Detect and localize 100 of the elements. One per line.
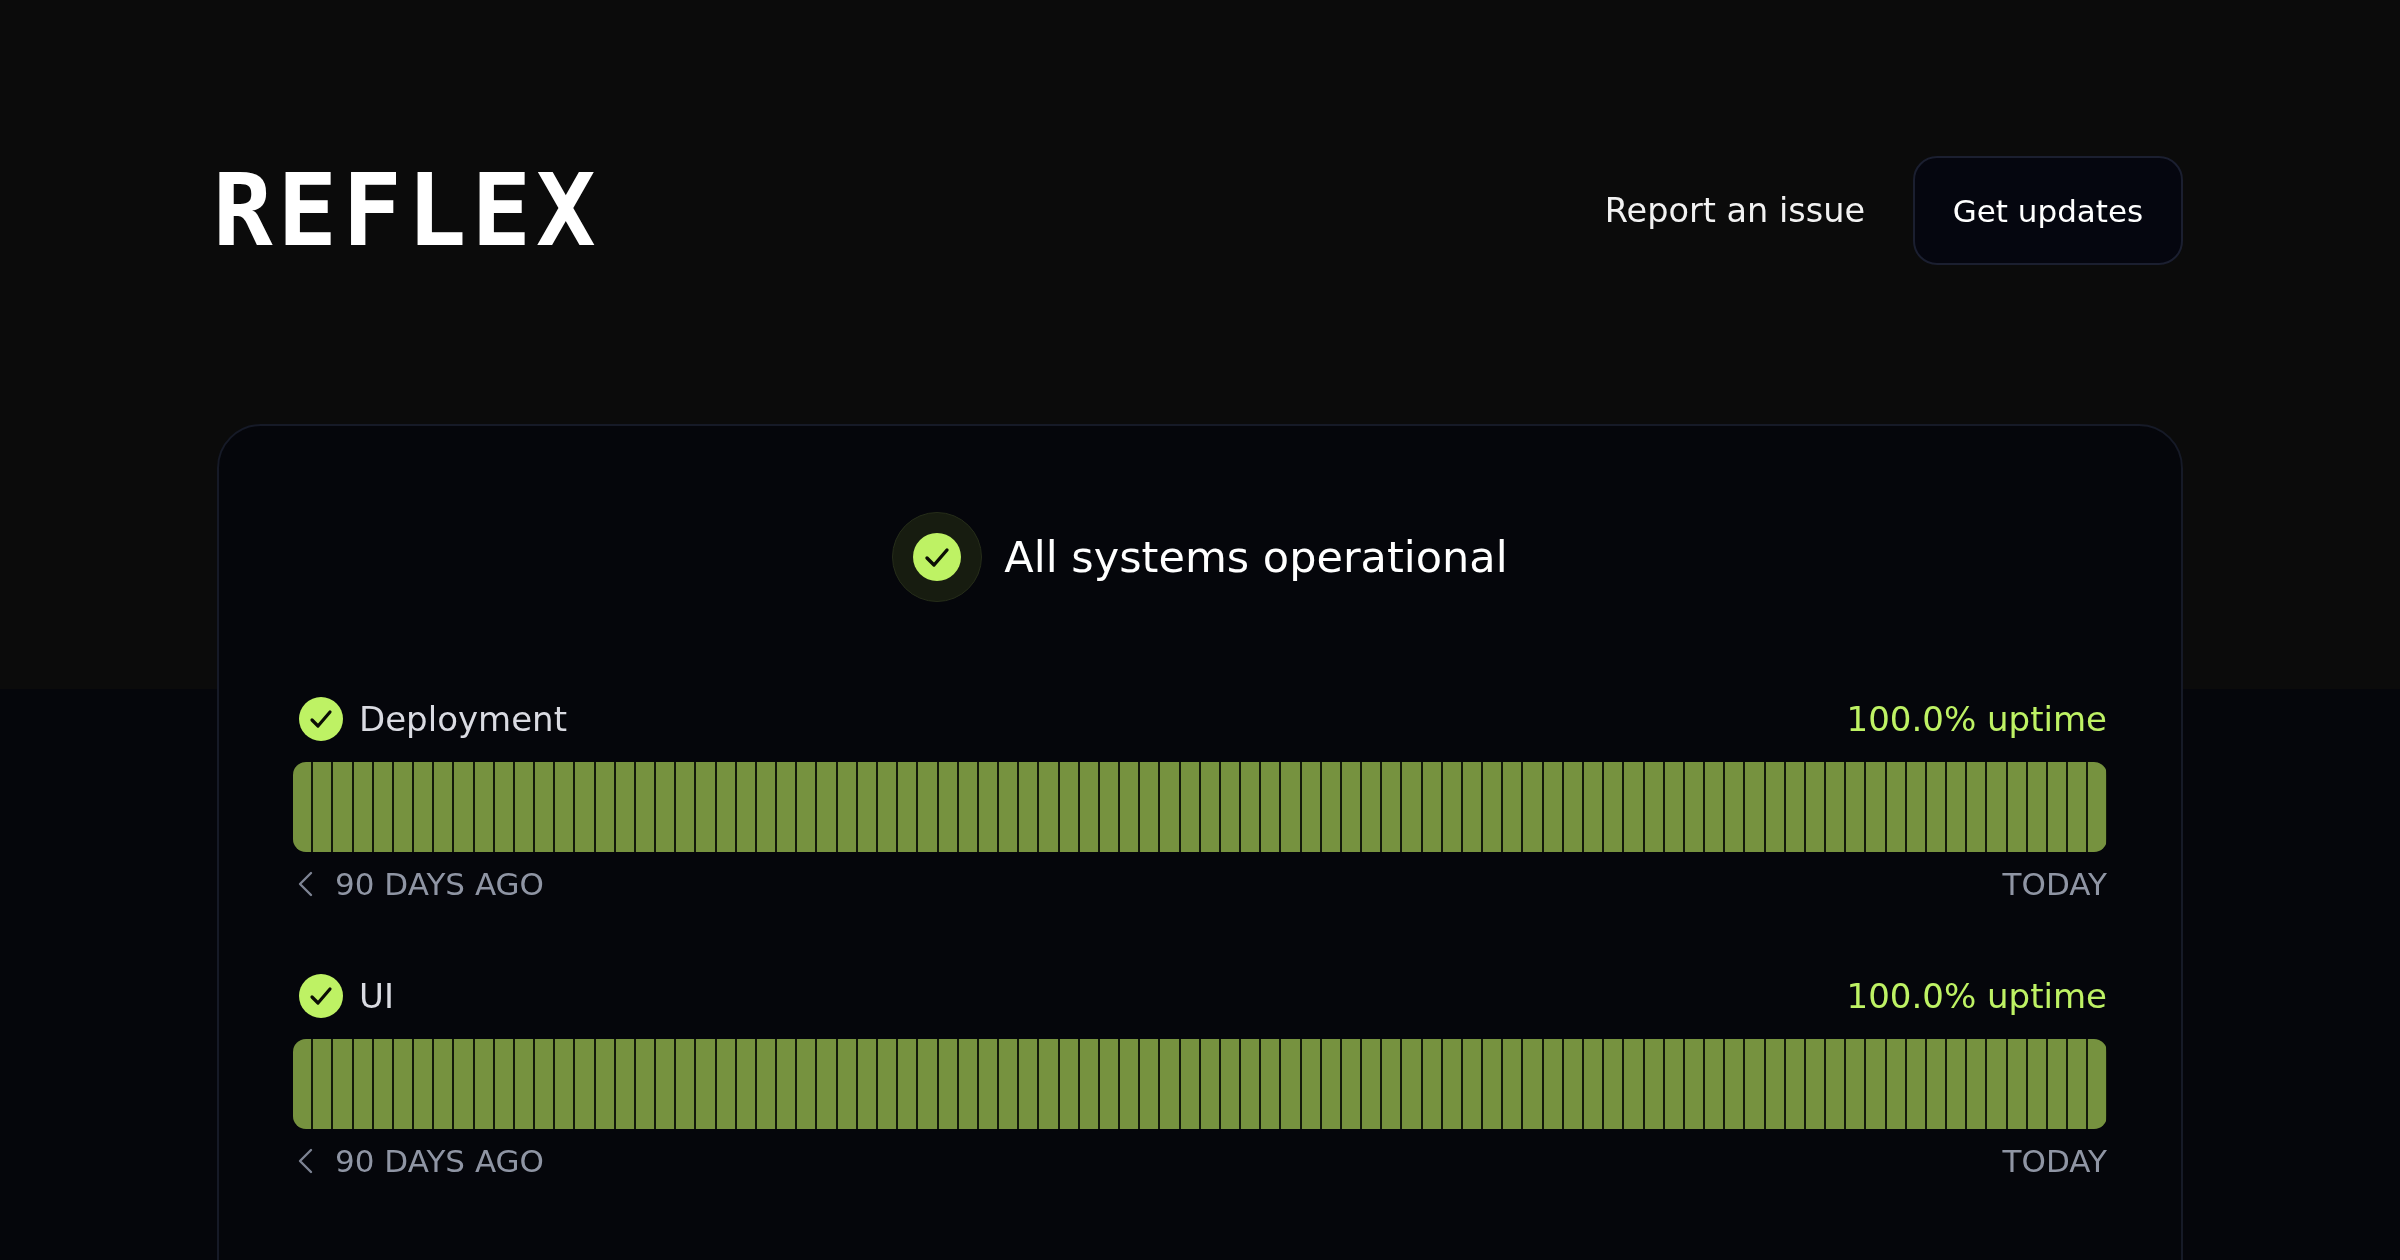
uptime-day-segment[interactable] [1826,1039,1845,1129]
uptime-day-segment[interactable] [837,762,856,852]
uptime-day-segment[interactable] [293,762,312,852]
uptime-day-segment[interactable] [676,1039,695,1129]
uptime-day-segment[interactable] [999,762,1018,852]
uptime-day-segment[interactable] [1584,1039,1603,1129]
uptime-day-segment[interactable] [2047,1039,2067,1129]
uptime-day-segment[interactable] [2088,762,2107,852]
uptime-day-segment[interactable] [1483,1039,1502,1129]
uptime-day-segment[interactable] [1422,1039,1441,1129]
uptime-day-segment[interactable] [2007,1039,2026,1129]
uptime-day-segment[interactable] [1462,1039,1482,1129]
uptime-day-segment[interactable] [1947,1039,1966,1129]
uptime-day-segment[interactable] [978,762,997,852]
uptime-day-segment[interactable] [1543,1039,1562,1129]
uptime-day-segment[interactable] [1382,1039,1401,1129]
uptime-day-segment[interactable] [797,1039,816,1129]
uptime-day-segment[interactable] [1241,1039,1260,1129]
uptime-day-segment[interactable] [1099,762,1119,852]
uptime-day-segment[interactable] [535,1039,554,1129]
uptime-day-segment[interactable] [434,762,453,852]
uptime-day-segment[interactable] [1462,762,1482,852]
uptime-day-segment[interactable] [2027,762,2046,852]
uptime-day-segment[interactable] [1846,762,1865,852]
uptime-day-segment[interactable] [857,762,876,852]
uptime-day-segment[interactable] [1947,762,1966,852]
uptime-day-segment[interactable] [716,762,735,852]
uptime-day-segment[interactable] [1664,762,1683,852]
uptime-day-segment[interactable] [1584,762,1603,852]
uptime-day-segment[interactable] [494,1039,513,1129]
uptime-day-segment[interactable] [1846,1039,1865,1129]
uptime-day-segment[interactable] [1079,762,1098,852]
uptime-day-segment[interactable] [1765,1039,1784,1129]
uptime-day-segment[interactable] [313,762,332,852]
uptime-day-segment[interactable] [797,762,816,852]
uptime-day-segment[interactable] [1120,1039,1139,1129]
uptime-day-segment[interactable] [1079,1039,1098,1129]
uptime-day-segment[interactable] [1644,1039,1663,1129]
uptime-day-segment[interactable] [373,762,392,852]
uptime-day-segment[interactable] [595,762,614,852]
uptime-day-segment[interactable] [878,1039,897,1129]
uptime-day-segment[interactable] [1422,762,1441,852]
uptime-day-segment[interactable] [1644,762,1663,852]
uptime-day-segment[interactable] [514,762,534,852]
uptime-day-segment[interactable] [434,1039,453,1129]
uptime-day-segment[interactable] [293,1039,312,1129]
uptime-day-segment[interactable] [535,762,554,852]
uptime-day-segment[interactable] [1200,762,1219,852]
uptime-day-segment[interactable] [2068,1039,2087,1129]
uptime-day-segment[interactable] [373,1039,392,1129]
uptime-day-segment[interactable] [1341,762,1361,852]
uptime-day-segment[interactable] [1826,762,1845,852]
uptime-day-segment[interactable] [1684,1039,1704,1129]
uptime-day-segment[interactable] [595,1039,614,1129]
uptime-day-segment[interactable] [393,1039,413,1129]
uptime-day-segment[interactable] [736,1039,755,1129]
uptime-day-segment[interactable] [353,762,372,852]
logo[interactable]: REFLEX [213,161,601,260]
uptime-day-segment[interactable] [978,1039,997,1129]
uptime-day-segment[interactable] [938,1039,957,1129]
uptime-day-segment[interactable] [656,762,675,852]
uptime-day-segment[interactable] [1503,762,1522,852]
uptime-day-segment[interactable] [1220,762,1240,852]
uptime-day-segment[interactable] [1906,762,1925,852]
uptime-day-segment[interactable] [1059,1039,1078,1129]
uptime-day-segment[interactable] [2007,762,2026,852]
uptime-day-segment[interactable] [857,1039,876,1129]
uptime-day-segment[interactable] [393,762,413,852]
uptime-day-segment[interactable] [999,1039,1018,1129]
uptime-day-segment[interactable] [1220,1039,1240,1129]
uptime-day-segment[interactable] [474,762,493,852]
uptime-day-segment[interactable] [1664,1039,1683,1129]
uptime-day-segment[interactable] [1604,1039,1623,1129]
uptime-day-segment[interactable] [1785,1039,1804,1129]
uptime-day-segment[interactable] [1301,762,1320,852]
uptime-day-segment[interactable] [1705,1039,1724,1129]
uptime-day-segment[interactable] [1301,1039,1320,1129]
uptime-day-segment[interactable] [1200,1039,1219,1129]
uptime-day-segment[interactable] [1442,1039,1461,1129]
uptime-day-segment[interactable] [1321,1039,1340,1129]
uptime-day-segment[interactable] [635,1039,655,1129]
uptime-day-segment[interactable] [2088,1039,2107,1129]
uptime-day-segment[interactable] [635,762,655,852]
uptime-day-segment[interactable] [1120,762,1139,852]
uptime-day-segment[interactable] [1805,1039,1825,1129]
uptime-day-segment[interactable] [615,762,634,852]
uptime-day-segment[interactable] [1019,762,1038,852]
uptime-day-segment[interactable] [1563,762,1582,852]
uptime-day-segment[interactable] [494,762,513,852]
uptime-day-segment[interactable] [1140,762,1159,852]
uptime-day-segment[interactable] [1926,762,1946,852]
uptime-day-segment[interactable] [1725,1039,1744,1129]
uptime-day-segment[interactable] [1180,762,1199,852]
uptime-day-segment[interactable] [837,1039,856,1129]
uptime-day-segment[interactable] [676,762,695,852]
uptime-day-segment[interactable] [615,1039,634,1129]
uptime-day-segment[interactable] [1140,1039,1159,1129]
uptime-day-segment[interactable] [716,1039,735,1129]
uptime-day-segment[interactable] [1805,762,1825,852]
uptime-day-segment[interactable] [1886,1039,1905,1129]
